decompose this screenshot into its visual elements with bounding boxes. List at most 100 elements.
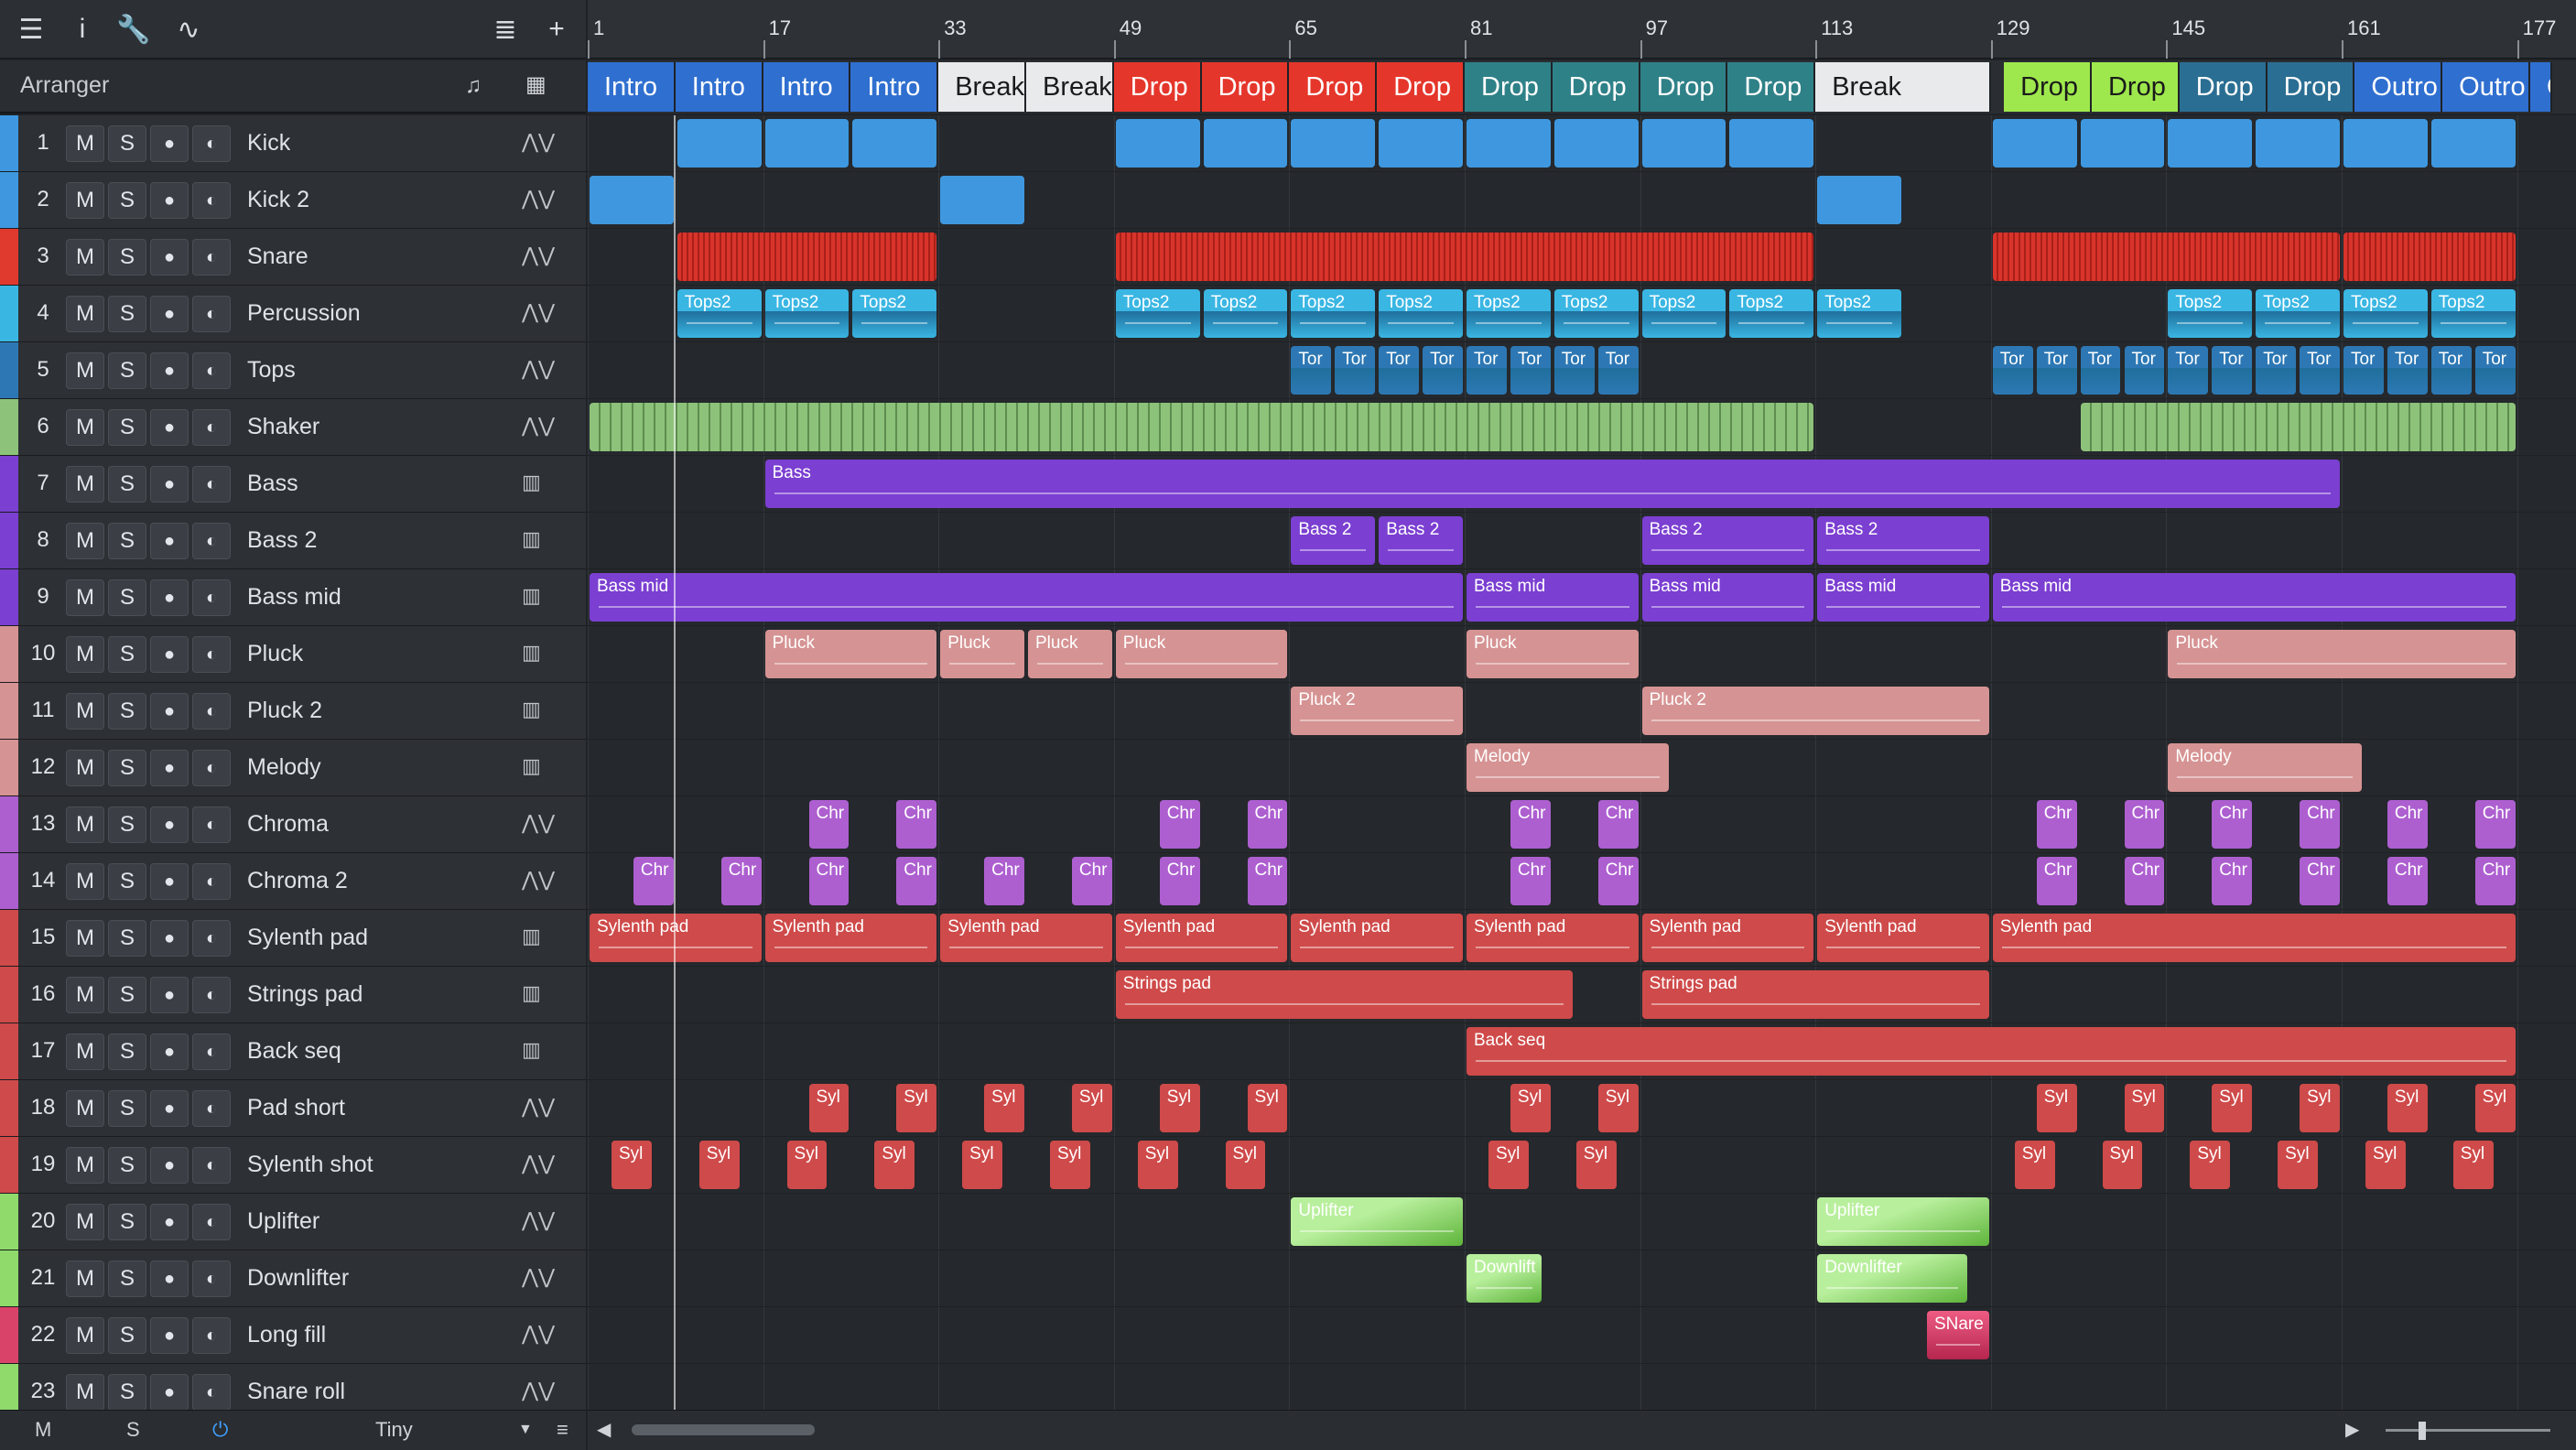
clip[interactable]: Syl [1488, 1141, 1529, 1189]
clip[interactable]: Tor [2474, 346, 2516, 395]
clip[interactable]: Bass 2 [1379, 516, 1463, 565]
clip[interactable]: Syl [1575, 1141, 1617, 1189]
clip[interactable] [2080, 403, 2516, 451]
clip[interactable]: Sylenth pad [940, 914, 1112, 962]
mute-button[interactable]: M [66, 1033, 104, 1070]
arranger-section[interactable]: Intro [850, 62, 939, 112]
clip[interactable]: Syl [808, 1084, 850, 1132]
clip[interactable]: Tops2 [2343, 289, 2428, 338]
clip[interactable]: Uplifter [1817, 1197, 1989, 1246]
record-icon[interactable]: ● [150, 1147, 189, 1184]
clip[interactable]: Chr [1071, 857, 1112, 905]
clip[interactable]: Syl [984, 1084, 1024, 1132]
playhead[interactable] [674, 115, 676, 1410]
clip[interactable] [2080, 119, 2165, 168]
solo-button[interactable]: S [108, 1317, 146, 1354]
clip[interactable]: Tor [1553, 346, 1595, 395]
waveform-icon[interactable]: ⋀⋁ [522, 357, 555, 381]
waveform-icon[interactable]: ⋀⋁ [522, 130, 555, 154]
monitor-icon[interactable]: ◐ [192, 1261, 231, 1297]
clip[interactable]: Tor [2036, 346, 2077, 395]
clip[interactable]: Chr [2387, 800, 2428, 849]
waveform-icon[interactable]: ⋀⋁ [522, 1322, 555, 1346]
solo-button[interactable]: S [108, 1374, 146, 1410]
clip[interactable]: Tops2 [852, 289, 937, 338]
clip[interactable]: Tops2 [2256, 289, 2340, 338]
clip[interactable] [590, 403, 1814, 451]
clip[interactable]: Tops2 [1729, 289, 1814, 338]
clip[interactable]: Chr [2300, 800, 2340, 849]
clip[interactable]: Chr [2036, 800, 2077, 849]
clip[interactable] [2343, 119, 2428, 168]
track-name[interactable]: Bass 2 [247, 527, 317, 554]
monitor-icon[interactable]: ◐ [192, 863, 231, 900]
monitor-icon[interactable]: ◐ [192, 750, 231, 786]
monitor-icon[interactable]: ◐ [192, 1033, 231, 1070]
arranger-section[interactable]: Drop [1201, 62, 1290, 112]
clip[interactable]: Chr [808, 800, 850, 849]
track-header[interactable]: 8 M S ● ◐ Bass 2 ▥ [0, 513, 586, 569]
monitor-icon[interactable]: ◐ [192, 1317, 231, 1354]
waveform-icon[interactable]: ⋀⋁ [522, 811, 555, 835]
clip[interactable]: Syl [1597, 1084, 1639, 1132]
clip[interactable] [1115, 233, 1814, 281]
waveform-icon[interactable]: ⋀⋁ [522, 414, 555, 438]
scroll-right-icon[interactable]: ▶ [2345, 1418, 2359, 1441]
monitor-icon[interactable]: ◐ [192, 239, 231, 276]
track-lane[interactable] [588, 1080, 2576, 1137]
clip[interactable]: Tops2 [1115, 289, 1200, 338]
clip[interactable]: Chr [1247, 857, 1288, 905]
clip[interactable]: Downlift [1467, 1254, 1542, 1303]
mute-button[interactable]: M [66, 239, 104, 276]
clip[interactable]: Chr [633, 857, 674, 905]
clip[interactable]: Tor [2430, 346, 2472, 395]
clip[interactable]: Pluck [764, 630, 937, 678]
arranger-section[interactable]: Outro [2354, 62, 2443, 112]
zoom-slider-handle[interactable] [2419, 1422, 2426, 1440]
arranger-section[interactable]: Intro [763, 62, 851, 112]
clip[interactable]: Tops2 [1817, 289, 1901, 338]
solo-button[interactable]: S [108, 239, 146, 276]
clip[interactable]: Chr [1510, 857, 1551, 905]
arranger-section[interactable]: Drop [2267, 62, 2355, 112]
clip[interactable]: Chr [896, 857, 937, 905]
solo-button[interactable]: S [108, 1147, 146, 1184]
arranger-section[interactable]: Intro [588, 62, 676, 112]
keyboard-icon[interactable]: ▥ [522, 584, 541, 608]
clip[interactable]: Chr [2387, 857, 2428, 905]
waveform-icon[interactable]: ⋀⋁ [522, 1265, 555, 1289]
record-icon[interactable]: ● [150, 352, 189, 389]
clip[interactable] [940, 176, 1024, 224]
clip[interactable]: Chr [720, 857, 762, 905]
chevron-down-icon[interactable]: ▼ [518, 1422, 533, 1438]
solo-button[interactable]: S [108, 579, 146, 616]
clip[interactable] [2256, 119, 2340, 168]
solo-button[interactable]: S [108, 1033, 146, 1070]
record-icon[interactable]: ● [150, 863, 189, 900]
mute-button[interactable]: M [66, 806, 104, 843]
record-icon[interactable]: ● [150, 750, 189, 786]
track-lane[interactable] [588, 1364, 2576, 1410]
monitor-icon[interactable]: ◐ [192, 352, 231, 389]
clip[interactable]: Syl [2014, 1141, 2055, 1189]
mute-button[interactable]: M [66, 466, 104, 503]
solo-button[interactable]: S [108, 636, 146, 673]
record-icon[interactable]: ● [150, 977, 189, 1013]
record-icon[interactable]: ● [150, 296, 189, 332]
clip[interactable]: Chr [2474, 857, 2516, 905]
clip[interactable]: Strings pad [1641, 970, 1989, 1019]
clip[interactable]: Sylenth pad [1467, 914, 1639, 962]
track-name[interactable]: Long fill [247, 1322, 326, 1348]
monitor-icon[interactable]: ◐ [192, 523, 231, 559]
clip[interactable]: Syl [786, 1141, 828, 1189]
track-name[interactable]: Pluck 2 [247, 698, 322, 724]
clip[interactable]: Syl [1225, 1141, 1266, 1189]
track-header[interactable]: 17 M S ● ◐ Back seq ▥ [0, 1023, 586, 1080]
clip[interactable]: Tops2 [676, 289, 762, 338]
clip[interactable]: Tor [1335, 346, 1376, 395]
clip[interactable]: Melody [1467, 743, 1670, 792]
solo-button[interactable]: S [108, 806, 146, 843]
clip[interactable]: Syl [2278, 1141, 2319, 1189]
scroll-thumb[interactable] [632, 1424, 815, 1435]
track-lane[interactable] [588, 172, 2576, 229]
